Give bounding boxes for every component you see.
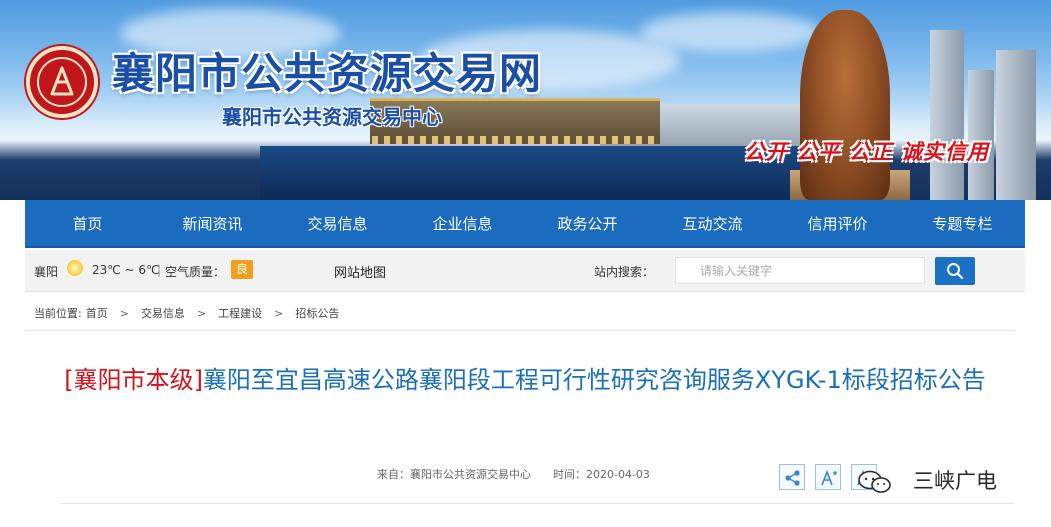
article-meta: 来自：襄阳市公共资源交易中心 时间：2020-04-03 [377, 466, 650, 482]
breadcrumb-item-engineering[interactable]: 工程建设 [218, 307, 262, 320]
air-quality-badge: 良 [231, 260, 253, 279]
nav-item-trade-info[interactable]: 交易信息 [275, 200, 400, 246]
header-banner: 襄阳市公共资源交易网 襄阳市公共资源交易中心 公开 公平 公正 诚实信用 [0, 0, 1051, 200]
nav-item-interaction[interactable]: 互动交流 [650, 200, 775, 246]
nav-item-news[interactable]: 新闻资讯 [150, 200, 275, 246]
main-nav: 首页 新闻资讯 交易信息 企业信息 政务公开 互动交流 信用评价 专题专栏 [25, 200, 1025, 248]
sitemap-link[interactable]: 网站地图 [334, 262, 386, 281]
nav-item-company-info[interactable]: 企业信息 [400, 200, 525, 246]
search-label: 站内搜索： [594, 265, 655, 279]
nav-item-credit[interactable]: 信用评价 [775, 200, 900, 246]
site-logo[interactable] [26, 46, 98, 118]
font-increase-icon [821, 469, 837, 486]
sun-icon [67, 260, 83, 276]
page: 襄阳市公共资源交易网 襄阳市公共资源交易中心 公开 公平 公正 诚实信用 首页 … [0, 0, 1051, 527]
article-source: 襄阳市公共资源交易中心 [410, 468, 531, 481]
nav-item-gov-affairs[interactable]: 政务公开 [525, 200, 650, 246]
article-title-text: 襄阳至宜昌高速公路襄阳段工程可行性研究咨询服务XYGK-1标段招标公告 [202, 366, 986, 394]
search-icon [947, 263, 964, 280]
watermark-text: 三峡广电 [913, 469, 997, 493]
breadcrumb-separator: > [196, 307, 207, 320]
wechat-icon [858, 470, 891, 493]
site-slogan: 公开 公平 公正 诚实信用 [744, 139, 989, 164]
breadcrumb: 当前位置: 首页 > 交易信息 > 工程建设 > 招标公告 [34, 305, 339, 321]
article-time: 2020-04-03 [586, 468, 650, 481]
font-increase-button[interactable] [815, 464, 841, 490]
breadcrumb-item-tender-notice[interactable]: 招标公告 [295, 307, 339, 320]
time-label: 时间： [553, 468, 586, 481]
source-label: 来自： [377, 468, 410, 481]
breadcrumb-item-home[interactable]: 首页 [86, 307, 108, 320]
info-bar: 襄阳 23℃ ~ 6℃ | 空气质量： 良 网站地图 站内搜索： [25, 250, 1025, 292]
nav-item-home[interactable]: 首页 [25, 200, 150, 246]
site-subtitle: 襄阳市公共资源交易中心 [222, 105, 442, 129]
nav-item-special[interactable]: 专题专栏 [900, 200, 1025, 246]
weather-temperature: 23℃ ~ 6℃ [92, 263, 160, 277]
breadcrumb-separator: > [119, 307, 129, 320]
search-input[interactable] [675, 257, 925, 284]
breadcrumb-separator: > [274, 307, 284, 320]
meta-divider [60, 503, 1015, 504]
article-title: [襄阳市本级]襄阳至宜昌高速公路襄阳段工程可行性研究咨询服务XYGK-1标段招标… [60, 362, 990, 398]
search-button[interactable] [935, 257, 975, 285]
logo-emblem-icon [50, 66, 74, 96]
article-region-tag: [襄阳市本级] [64, 366, 203, 394]
weather-separator: | [157, 263, 162, 277]
weather-city: 襄阳 [34, 265, 59, 279]
statue-image [800, 10, 890, 200]
breadcrumb-divider [25, 330, 1015, 331]
site-title: 襄阳市公共资源交易网 [112, 49, 543, 98]
breadcrumb-item-trade-info[interactable]: 交易信息 [141, 307, 185, 320]
breadcrumb-prefix: 当前位置: [34, 307, 82, 320]
air-quality-label: 空气质量： [165, 265, 226, 279]
share-button[interactable] [779, 464, 805, 490]
share-icon [785, 470, 800, 486]
